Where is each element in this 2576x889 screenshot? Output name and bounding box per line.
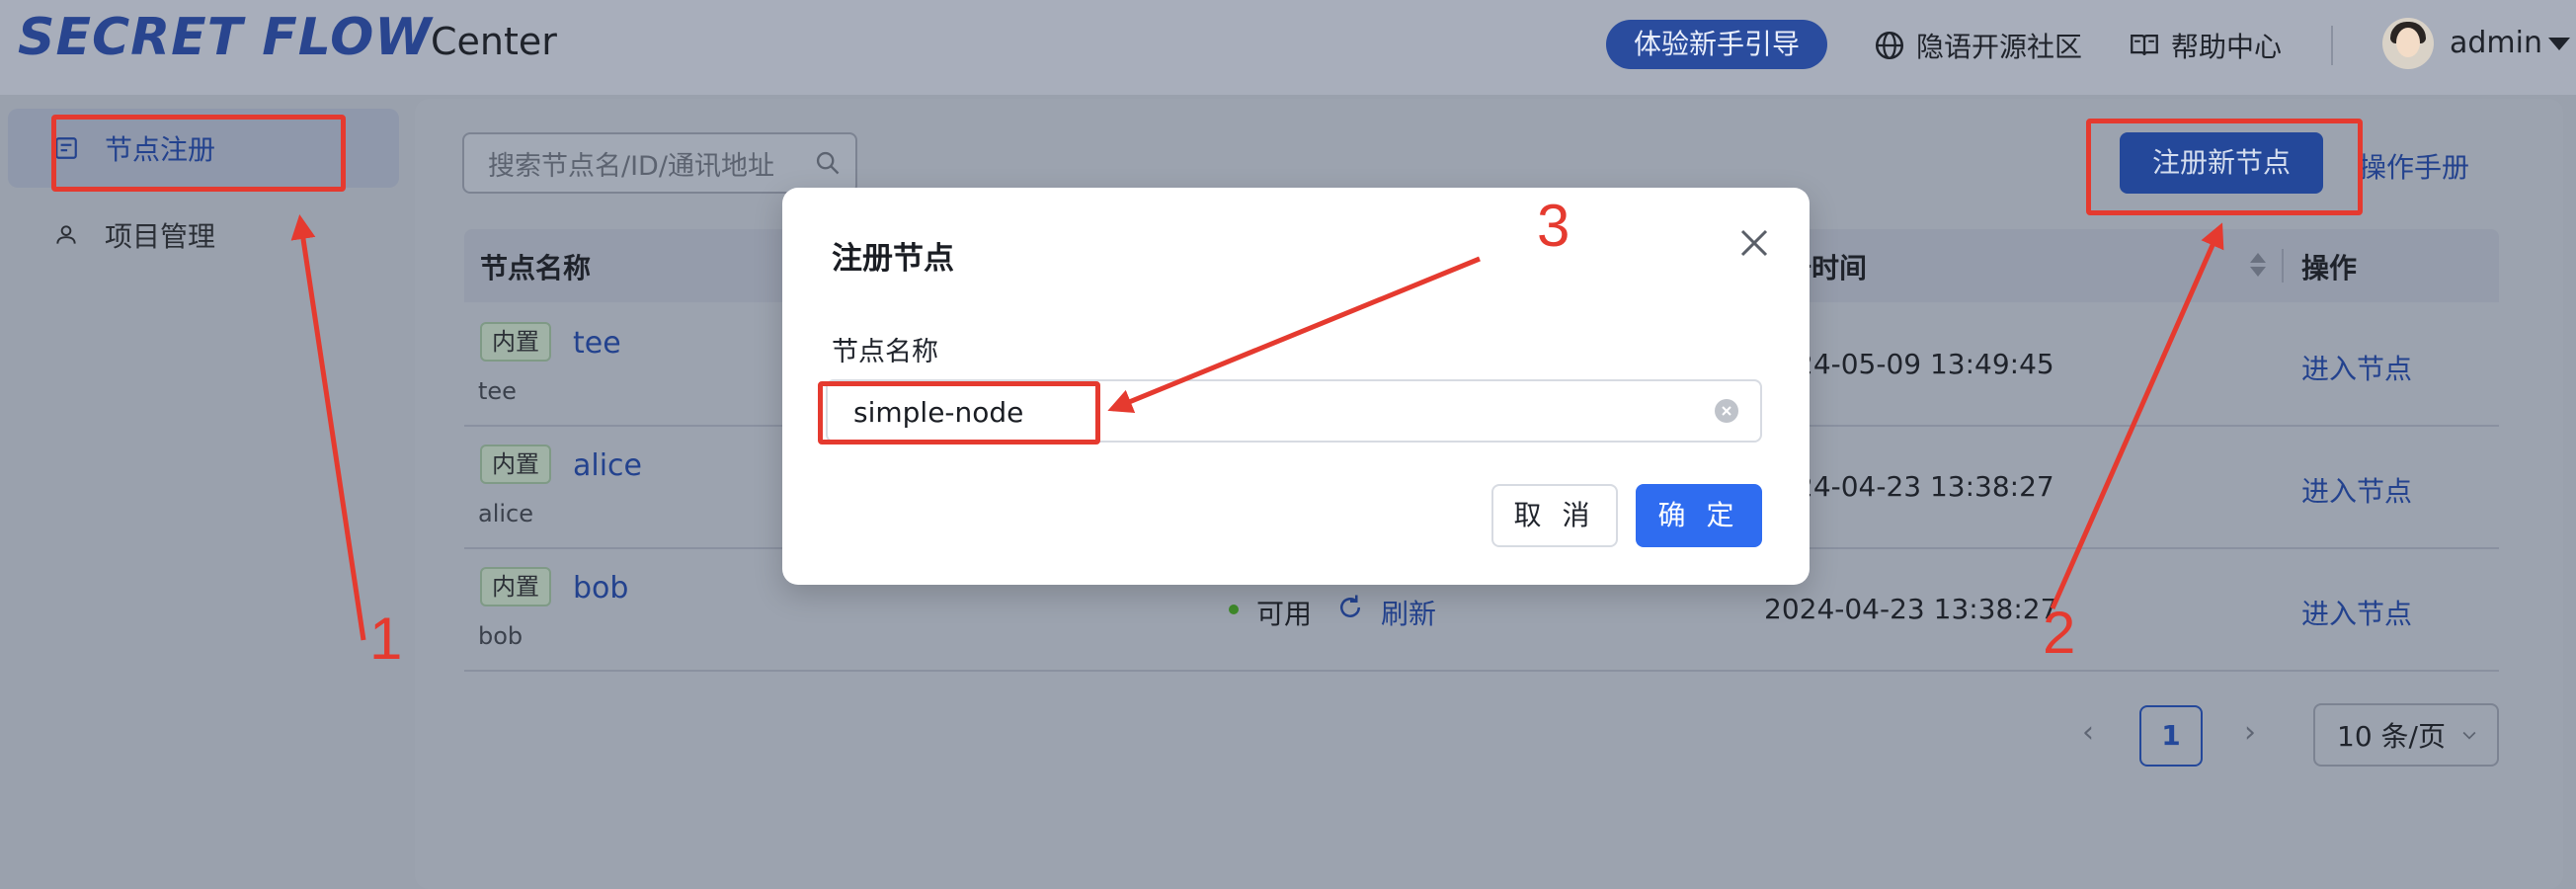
annotation-step-2: 2: [2043, 600, 2076, 666]
annotation-arrow-2: [2050, 222, 2224, 610]
annotation-step-3: 3: [1537, 193, 1570, 259]
annotation-arrow-3: [1107, 256, 1481, 414]
annotation-arrow-1: [290, 214, 366, 641]
annotation-step-1: 1: [369, 606, 403, 672]
annotation-arrows: [290, 214, 2224, 641]
